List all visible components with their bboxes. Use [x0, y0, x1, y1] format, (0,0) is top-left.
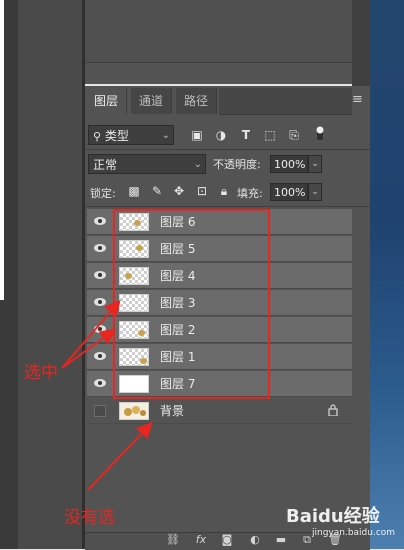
- annotation-selected: 选中: [24, 363, 58, 383]
- arrow-to-background: [87, 422, 153, 491]
- watermark-logo: Baidu经验: [286, 506, 380, 527]
- arrow-to-selected-2: [61, 328, 117, 369]
- annotation-not-selected: 没有选: [64, 508, 115, 528]
- watermark-url: jingyan.baidu.com: [312, 528, 396, 538]
- arrow-to-selected: [61, 299, 121, 369]
- annotation-arrows: [61, 299, 153, 491]
